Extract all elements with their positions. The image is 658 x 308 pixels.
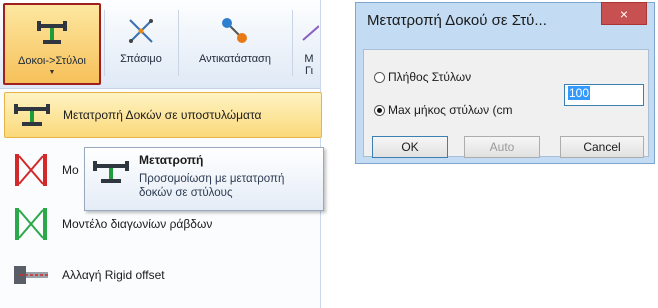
radio-max-length[interactable]: Max μήκος στύλων (cm (374, 103, 512, 117)
menu-item-label: Μοντέλο διαγωνίων ράβδων (62, 217, 213, 231)
radio-column-count[interactable]: Πλήθος Στύλων (374, 70, 471, 84)
auto-label: Auto (489, 140, 515, 154)
tooltip: Μετατροπή Προσομοίωση με μετατροπή δοκών… (84, 147, 324, 211)
beam-to-column-icon (11, 98, 53, 132)
radio-label: Πλήθος Στύλων (388, 70, 472, 84)
beam-to-column-icon (91, 158, 131, 191)
chevron-down-icon: ▼ (48, 69, 56, 76)
tooltip-line-1: Προσομοίωση με μετατροπή (139, 173, 285, 185)
ribbon-separator (292, 10, 293, 76)
cross-bracing-red-icon (10, 153, 52, 187)
cancel-button[interactable]: Cancel (560, 136, 644, 158)
menu-item-rigid-offset[interactable]: Αλλαγή Rigid offset (4, 252, 322, 298)
dialog-title: Μετατροπή Δοκού σε Στύ... (367, 12, 547, 29)
tooltip-title: Μετατροπή (139, 153, 204, 167)
radio-button-selected[interactable] (374, 104, 385, 116)
ribbon-separator (104, 10, 105, 76)
beams-to-columns-button[interactable]: Δοκοι->Στύλοι ▼ (3, 3, 101, 85)
more-button[interactable]: Μ Γι (296, 3, 322, 85)
break-icon (126, 11, 156, 51)
ribbon-toolbar: Δοκοι->Στύλοι ▼ Σπάσιμο Αντικατάσταση Μ … (0, 0, 320, 89)
tooltip-line-2: δοκών σε στύλους (139, 187, 233, 199)
break-button[interactable]: Σπάσιμο (108, 3, 174, 85)
ok-label: OK (401, 140, 419, 154)
radio-button[interactable] (374, 71, 385, 83)
ribbon-separator (178, 10, 179, 76)
menu-item-convert-beams[interactable]: Μετατροπή Δοκών σε υποστυλώματα (4, 92, 322, 138)
beams-to-columns-label: Δοκοι->Στύλοι (17, 55, 86, 67)
break-label: Σπάσιμο (120, 53, 162, 65)
auto-button[interactable]: Auto (464, 136, 540, 158)
close-icon: × (619, 5, 629, 22)
menu-item-label: Μετατροπή Δοκών σε υποστυλώματα (63, 108, 262, 122)
rigid-offset-icon (10, 258, 52, 292)
cancel-label: Cancel (583, 140, 621, 154)
menu-item-label: Μο (62, 163, 79, 177)
menu-item-label: Αλλαγή Rigid offset (62, 268, 165, 282)
max-length-input[interactable]: 100 (564, 84, 644, 106)
dialog-body: Πλήθος Στύλων Max μήκος στύλων (cm 100 O… (363, 49, 649, 158)
tooltip-description: Προσομοίωση με μετατροπή δοκών σε στύλου… (139, 172, 321, 200)
cross-bracing-green-icon (10, 207, 52, 241)
ok-button[interactable]: OK (372, 136, 448, 158)
replace-label: Αντικατάσταση (199, 53, 271, 65)
beam-to-column-icon (35, 13, 69, 53)
convert-beam-dialog: Μετατροπή Δοκού σε Στύ... × Πλήθος Στύλω… (355, 2, 655, 164)
replace-icon (219, 11, 251, 51)
more-label-top: Μ (304, 53, 314, 65)
replace-button[interactable]: Αντικατάσταση (182, 3, 288, 85)
ribbon-panel: Δοκοι->Στύλοι ▼ Σπάσιμο Αντικατάσταση Μ … (0, 0, 324, 308)
radio-label: Max μήκος στύλων (cm (388, 103, 513, 117)
close-button[interactable]: × (601, 2, 647, 25)
more-label-bottom: Γι (304, 65, 314, 77)
max-length-value: 100 (568, 86, 591, 100)
more-icon (299, 11, 319, 51)
